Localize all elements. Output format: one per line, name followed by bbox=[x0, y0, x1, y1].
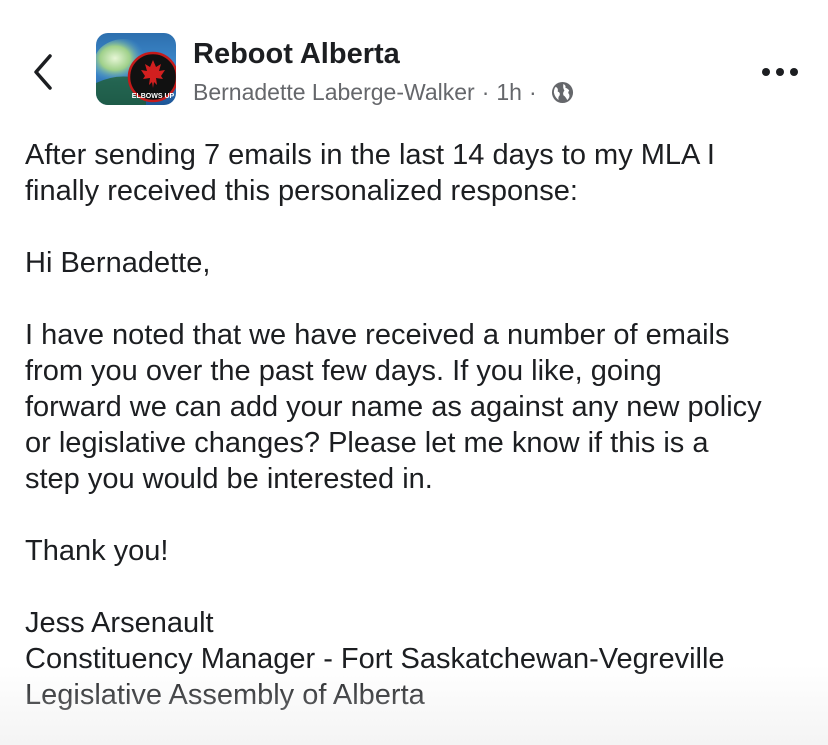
more-options-button[interactable] bbox=[760, 62, 800, 82]
avatar-logo-text: ELBOWS UP bbox=[132, 93, 175, 100]
back-button[interactable] bbox=[28, 52, 62, 92]
group-name[interactable]: Reboot Alberta bbox=[193, 38, 400, 71]
post-intro: After sending 7 emails in the last 14 da… bbox=[25, 139, 715, 207]
more-horizontal-icon bbox=[762, 68, 798, 76]
post-header: ELBOWS UP Reboot Alberta Bernadette Labe… bbox=[0, 0, 828, 120]
quoted-body: I have noted that we have received a num… bbox=[25, 319, 762, 495]
chevron-left-icon bbox=[34, 54, 52, 90]
meta-separator: · bbox=[528, 79, 537, 105]
meta-separator: · bbox=[481, 79, 490, 105]
quoted-thanks: Thank you! bbox=[25, 535, 169, 567]
quoted-greeting: Hi Bernadette, bbox=[25, 247, 211, 279]
group-avatar[interactable]: ELBOWS UP bbox=[96, 33, 176, 105]
globe-icon bbox=[551, 81, 574, 104]
post-time[interactable]: 1h bbox=[496, 79, 522, 106]
post-meta: Bernadette Laberge-Walker · 1h · bbox=[193, 79, 574, 106]
post-text: After sending 7 emails in the last 14 da… bbox=[25, 137, 815, 713]
quoted-signature: Jess Arsenault Constituency Manager - Fo… bbox=[25, 607, 725, 711]
author-name[interactable]: Bernadette Laberge-Walker bbox=[193, 79, 475, 106]
